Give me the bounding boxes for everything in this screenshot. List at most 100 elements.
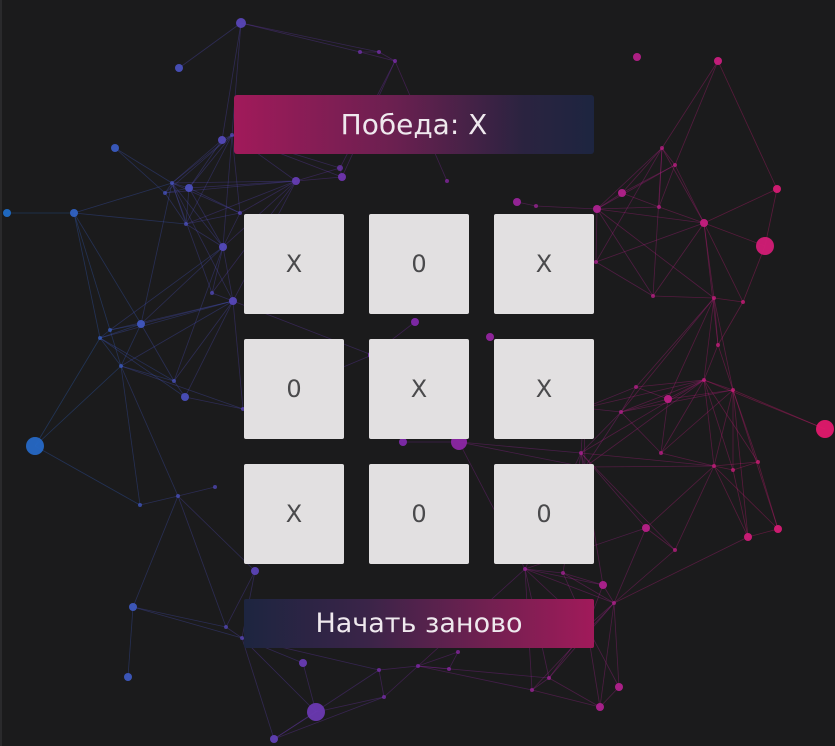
network-edge — [713, 297, 719, 346]
board-cell-4[interactable]: 0 — [244, 339, 344, 439]
board-cell-7[interactable]: X — [244, 464, 344, 564]
network-node — [337, 165, 343, 171]
network-node — [238, 211, 242, 215]
game-board: X 0 X 0 X X X 0 0 — [244, 214, 594, 564]
network-node — [98, 336, 102, 340]
network-edge — [658, 164, 676, 208]
network-node — [615, 683, 623, 691]
network-node — [664, 395, 672, 403]
network-node — [456, 650, 460, 654]
network-edge — [621, 192, 660, 208]
network-node — [660, 146, 664, 150]
network-node — [593, 205, 601, 213]
board-cell-6[interactable]: X — [494, 339, 594, 439]
network-edge — [742, 245, 766, 303]
network-node — [714, 57, 722, 65]
network-edge — [378, 51, 396, 62]
network-edge — [732, 389, 826, 430]
network-node — [377, 668, 381, 672]
network-node — [744, 533, 752, 541]
network-edge — [139, 495, 179, 506]
network-edge — [222, 134, 233, 248]
network-edge — [222, 246, 234, 302]
network-edge — [548, 677, 601, 708]
network-node — [185, 184, 193, 192]
network-edge — [580, 379, 705, 454]
network-node — [700, 219, 708, 227]
board-cell-3[interactable]: X — [494, 214, 594, 314]
network-edge — [580, 452, 715, 467]
network-edge — [660, 452, 715, 467]
network-node — [176, 494, 180, 498]
network-edge — [584, 465, 715, 468]
network-edge — [531, 689, 601, 708]
network-node — [170, 181, 174, 185]
network-edge — [717, 301, 744, 346]
network-node — [299, 659, 307, 667]
network-node — [594, 260, 598, 264]
network-edge — [661, 147, 705, 224]
network-node — [213, 485, 217, 489]
network-edge — [732, 469, 749, 538]
network-edge — [73, 212, 101, 339]
network-edge — [613, 549, 676, 604]
network-edge — [535, 205, 598, 210]
network-node — [307, 703, 325, 721]
network-edge — [562, 572, 604, 586]
network-edge — [713, 389, 734, 467]
network-node — [523, 567, 527, 571]
network-edge — [177, 495, 227, 628]
network-edge — [132, 495, 179, 608]
board-cell-5[interactable]: X — [369, 339, 469, 439]
board-cell-1[interactable]: X — [244, 214, 344, 314]
network-edge — [703, 222, 744, 303]
network-edge — [73, 182, 173, 214]
network-node — [292, 177, 300, 185]
network-node — [741, 300, 745, 304]
network-edge — [599, 686, 620, 708]
network-edge — [99, 337, 175, 382]
network-node — [599, 581, 607, 589]
network-edge — [188, 134, 233, 189]
network-node — [3, 209, 11, 217]
network-edge — [171, 182, 241, 214]
network-edge — [232, 300, 244, 410]
network-node — [129, 603, 137, 611]
network-edge — [114, 147, 173, 184]
network-node — [416, 664, 420, 668]
network-edge — [185, 134, 233, 225]
board-cell-8[interactable]: 0 — [369, 464, 469, 564]
network-edge — [171, 182, 234, 302]
network-node — [756, 237, 774, 255]
network-edge — [73, 212, 187, 225]
network-edge — [240, 22, 380, 53]
restart-button[interactable]: Начать заново — [244, 599, 594, 648]
network-node — [184, 222, 188, 226]
network-node — [251, 567, 259, 575]
network-edge — [595, 147, 663, 263]
network-edge — [99, 300, 234, 339]
board-cell-2[interactable]: 0 — [369, 214, 469, 314]
board-cell-9[interactable]: 0 — [494, 464, 594, 564]
network-edge — [713, 465, 734, 471]
network-edge — [241, 637, 317, 713]
network-edge — [531, 677, 550, 691]
network-edge — [378, 665, 419, 671]
network-edge — [674, 465, 715, 551]
network-node — [513, 198, 521, 206]
network-node — [712, 296, 716, 300]
network-node — [163, 191, 167, 195]
network-edge — [703, 222, 766, 247]
network-edge — [613, 536, 749, 604]
network-node — [358, 50, 362, 54]
network-edge — [713, 297, 744, 303]
network-node — [642, 524, 650, 532]
network-edge — [241, 637, 275, 740]
network-edge — [713, 465, 749, 538]
network-node — [530, 688, 534, 692]
network-node — [236, 18, 246, 28]
network-edge — [613, 527, 647, 604]
network-node — [673, 548, 677, 552]
network-node — [756, 460, 760, 464]
network-edge — [178, 22, 242, 69]
